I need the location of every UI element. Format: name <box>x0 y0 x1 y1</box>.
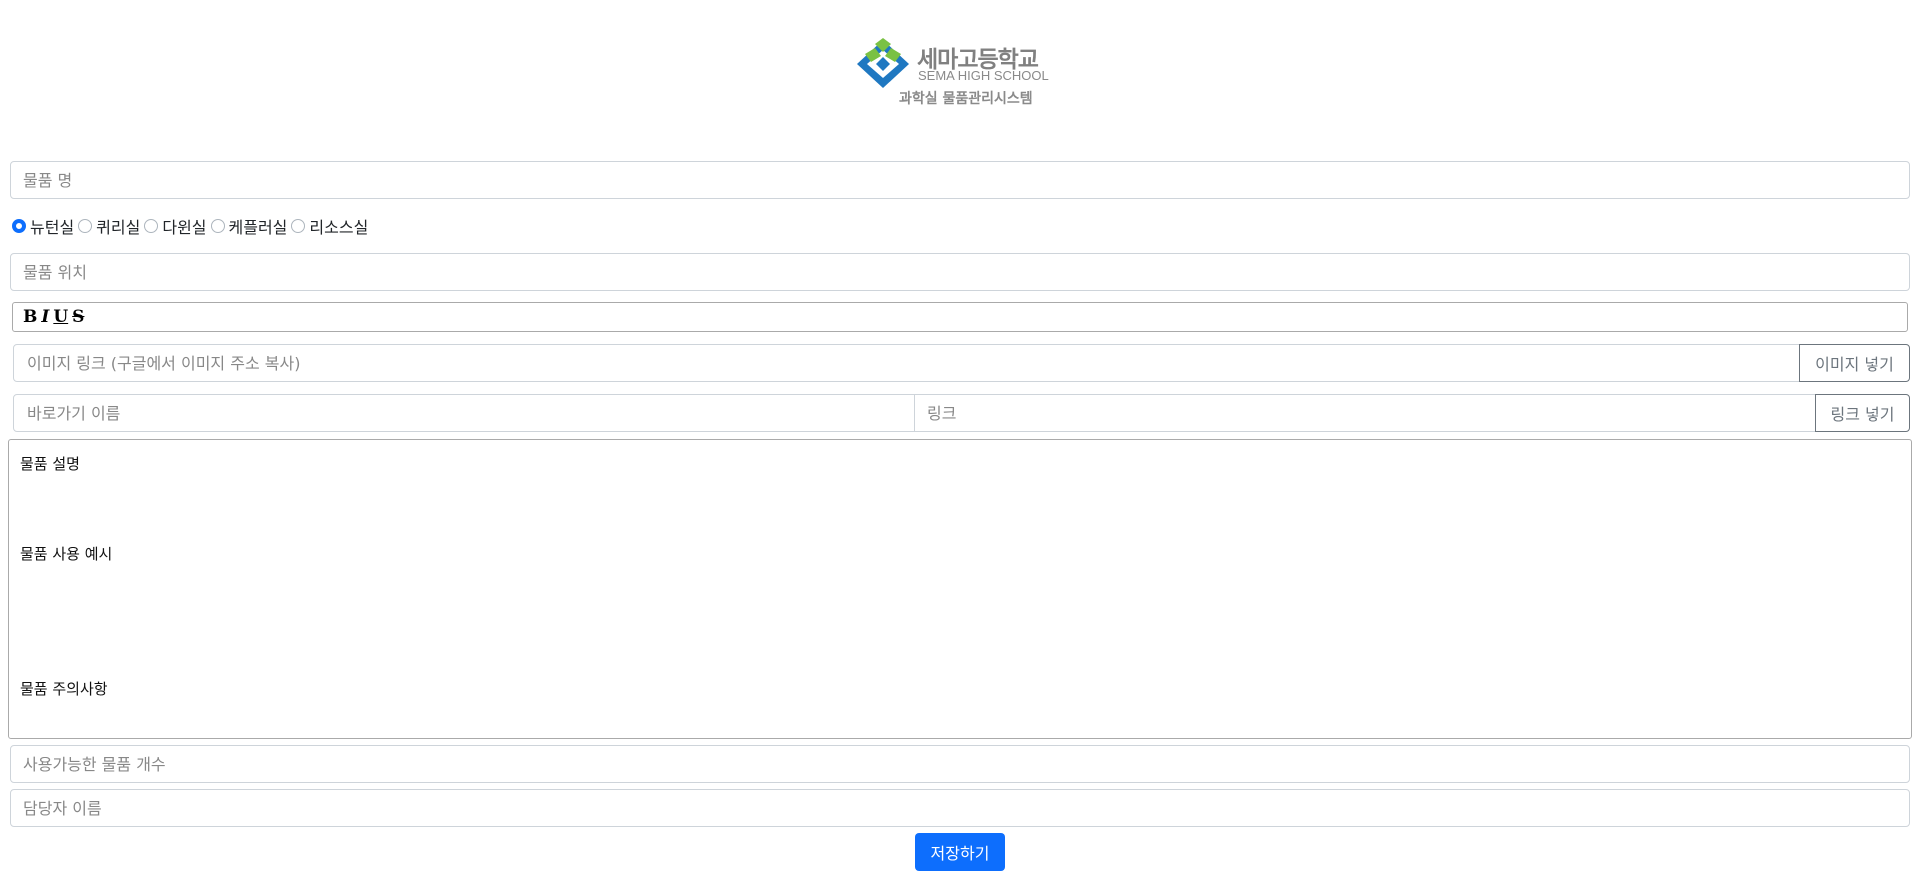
room-radio-kepler[interactable]: 케플러실 <box>210 214 288 238</box>
available-count-input[interactable] <box>10 745 1910 783</box>
room-radio-label: 케플러실 <box>228 218 288 237</box>
room-radio-label: 뉴턴실 <box>30 218 75 237</box>
item-registration-page: 세마고등학교 SEMA HIGH SCHOOL 과학실 물품관리시스템 뉴턴실 … <box>0 0 1920 888</box>
item-name-input[interactable] <box>10 161 1910 199</box>
school-emblem-icon <box>857 38 909 88</box>
manager-name-input[interactable] <box>10 789 1910 827</box>
school-name-english: SEMA HIGH SCHOOL <box>918 68 1049 83</box>
radio-unchecked-icon[interactable] <box>144 219 159 233</box>
item-location-input[interactable] <box>10 253 1910 291</box>
room-radio-label: 퀴리실 <box>96 218 141 237</box>
radio-unchecked-icon[interactable] <box>291 219 306 233</box>
radio-checked-icon[interactable] <box>12 219 26 233</box>
usage-example-heading: 물품 사용 예시 <box>20 545 113 563</box>
room-radio-darwin[interactable]: 다윈실 <box>144 214 207 238</box>
save-button[interactable]: 저장하기 <box>915 833 1005 871</box>
insert-link-button[interactable]: 링크 넣기 <box>1815 394 1910 432</box>
room-radio-curie[interactable]: 퀴리실 <box>78 214 140 238</box>
description-heading: 물품 설명 <box>20 455 80 473</box>
underline-button[interactable]: U <box>53 307 68 327</box>
room-radio-resource[interactable]: 리소스실 <box>291 214 368 238</box>
text-format-toolbar: B I U S <box>12 302 1908 332</box>
system-subtitle: 과학실 물품관리시스템 <box>899 91 1033 107</box>
shortcut-name-input[interactable] <box>13 394 915 432</box>
caution-heading: 물품 주의사항 <box>20 680 108 698</box>
bold-button[interactable]: B <box>23 307 37 327</box>
italic-button[interactable]: I <box>41 307 49 327</box>
strikethrough-button[interactable]: S <box>72 307 84 327</box>
room-radio-group: 뉴턴실 퀴리실 다윈실 케플러실 리소스실 <box>12 215 372 237</box>
room-radio-label: 리소스실 <box>309 218 369 237</box>
room-radio-label: 다윈실 <box>162 218 207 237</box>
insert-image-button[interactable]: 이미지 넣기 <box>1799 344 1910 382</box>
link-url-input[interactable] <box>914 394 1816 432</box>
radio-unchecked-icon[interactable] <box>210 219 225 233</box>
radio-unchecked-icon[interactable] <box>78 219 93 233</box>
school-logo: 세마고등학교 SEMA HIGH SCHOOL 과학실 물품관리시스템 <box>855 38 1055 108</box>
room-radio-newton[interactable]: 뉴턴실 <box>12 214 74 238</box>
description-editor[interactable]: 물품 설명 물품 사용 예시 물품 주의사항 <box>8 439 1912 739</box>
image-link-input[interactable] <box>13 344 1801 382</box>
